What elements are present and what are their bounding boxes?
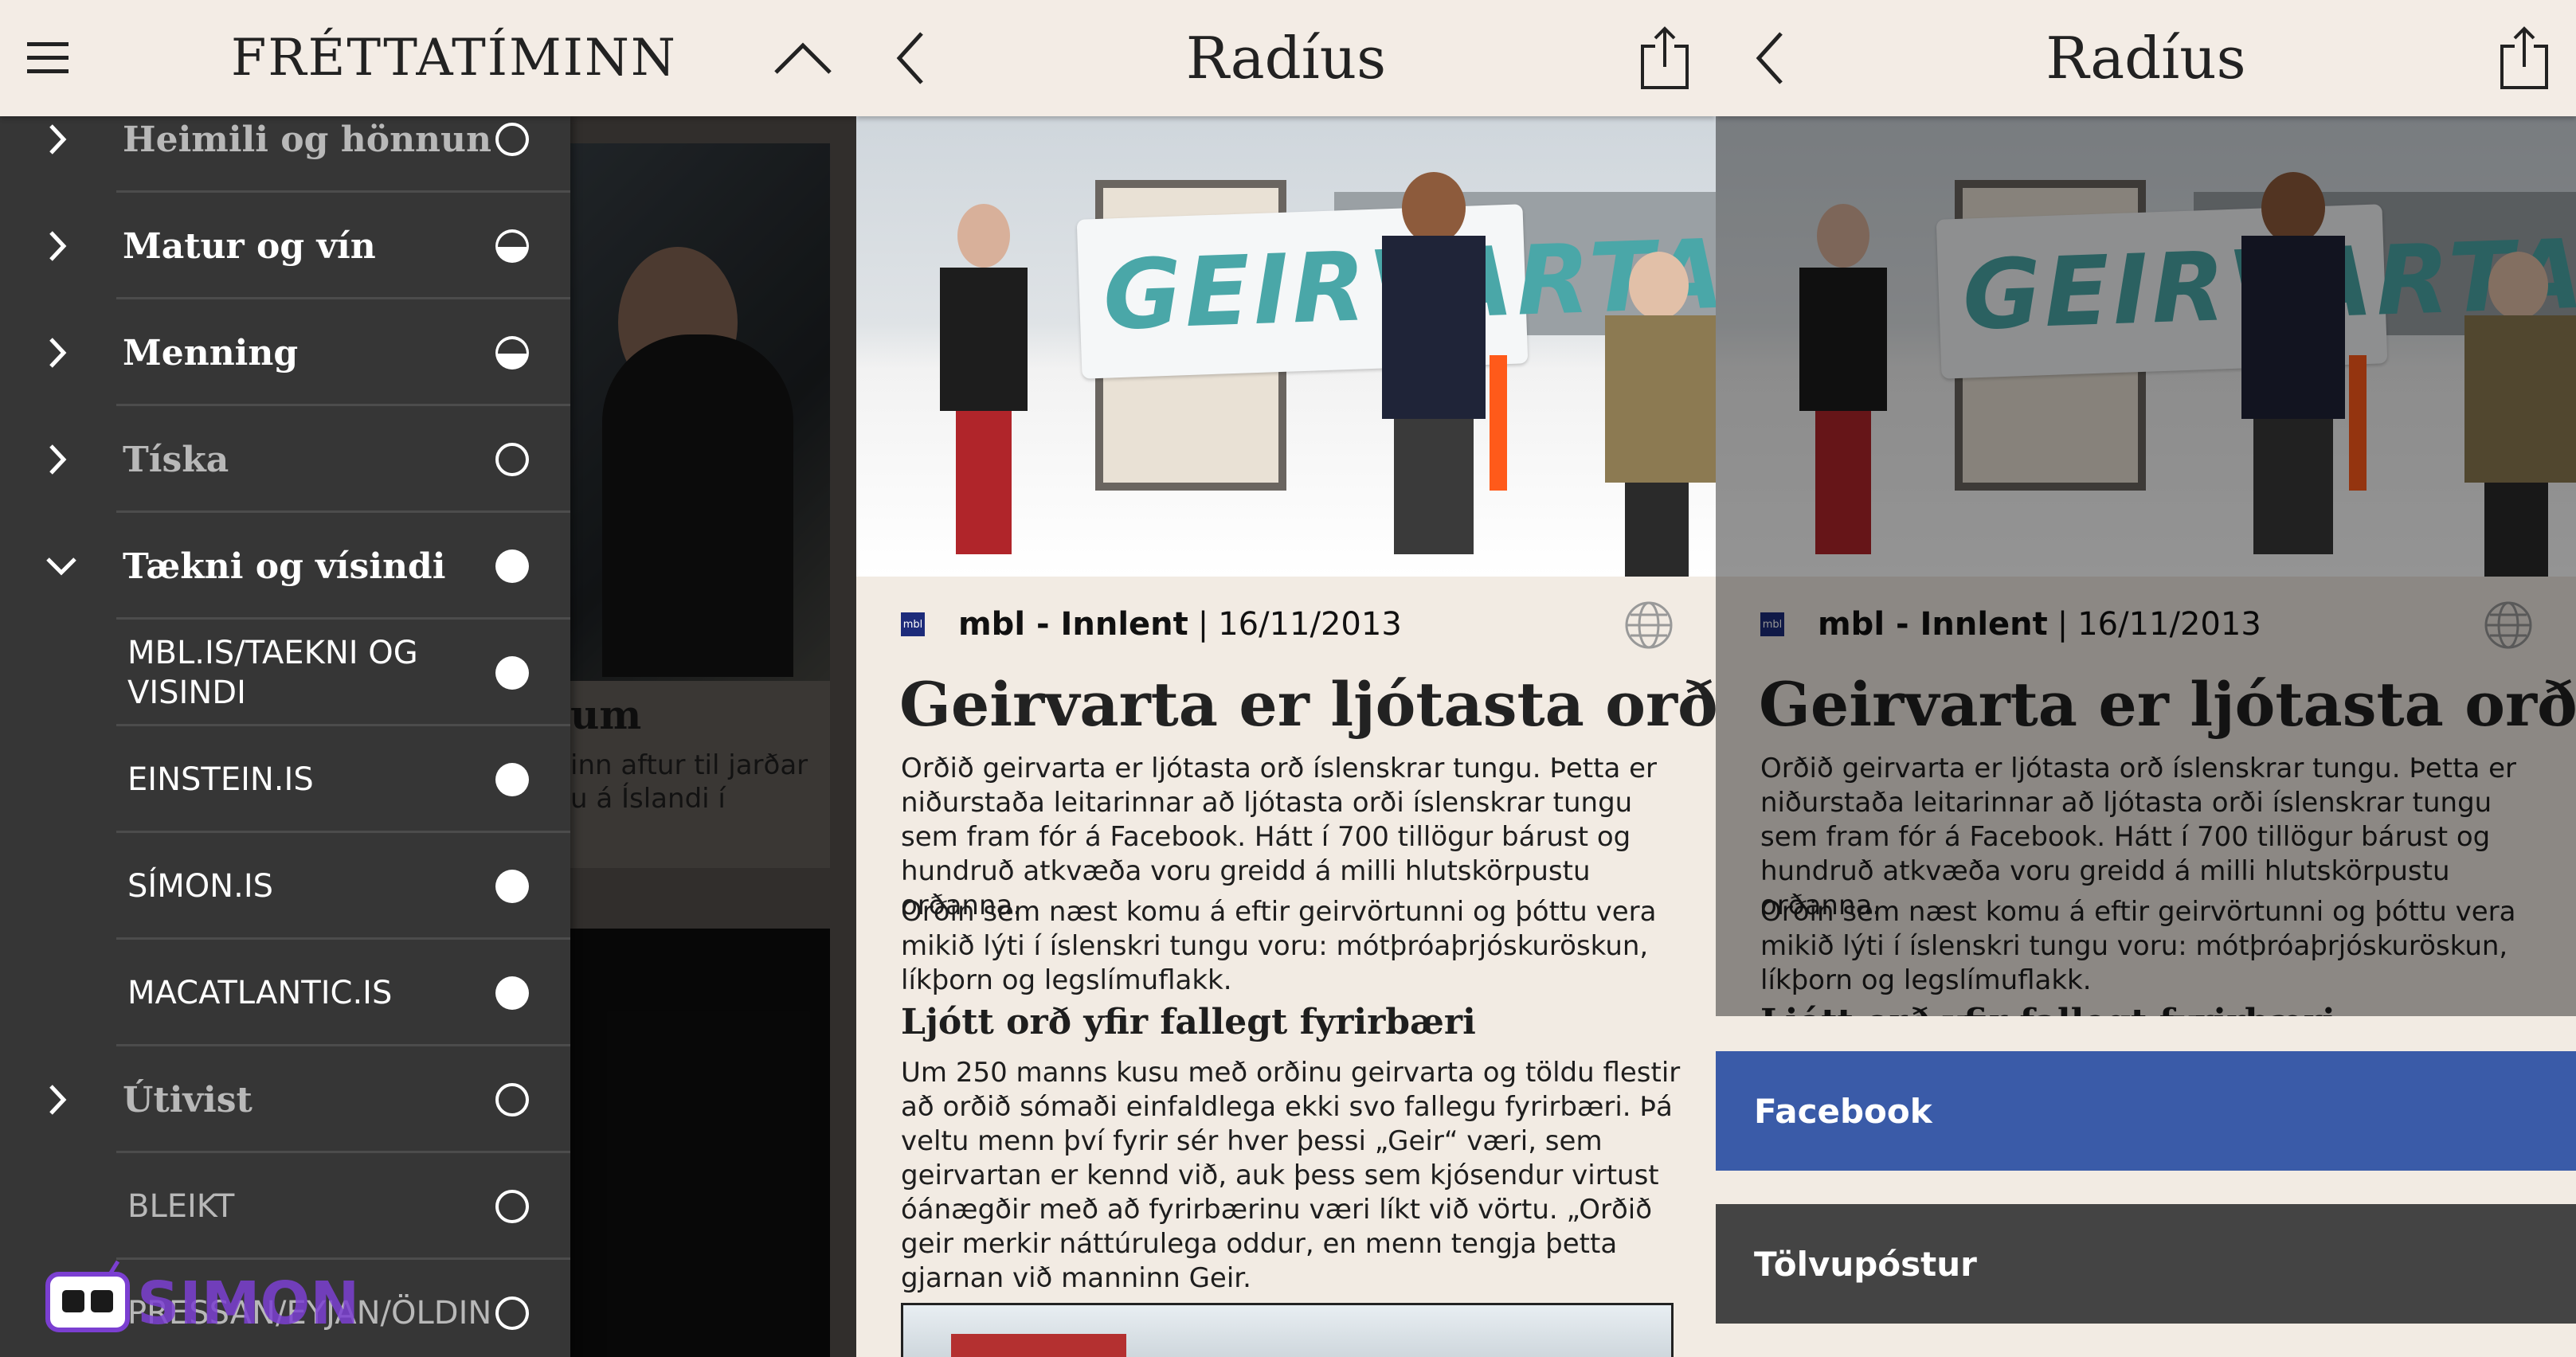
article-date: 16/11/2013 <box>1218 606 1402 643</box>
app-title: FRÉTTATÍMINN <box>231 29 677 88</box>
logo-text: SIMON <box>137 1269 359 1338</box>
globe-icon[interactable] <box>1624 600 1674 650</box>
chevron-right-icon[interactable] <box>41 1080 81 1120</box>
category-label: Tíska <box>123 439 229 480</box>
share-icon[interactable] <box>1637 24 1693 92</box>
hamburger-icon[interactable] <box>24 34 72 82</box>
selection-empty-icon[interactable] <box>494 121 530 158</box>
category-label: Matur og vín <box>123 225 376 267</box>
selection-empty-icon[interactable] <box>494 1081 530 1118</box>
category-row-utivist[interactable]: Útivist <box>0 1046 570 1153</box>
category-drawer-screen: FRÉTTATÍMINN um inn aftur til jarðar u á… <box>0 0 856 1357</box>
article-paragraph-2: Orðin sem næst komu á eftir geirvörtunni… <box>901 896 1657 996</box>
category-list: Heimili og hönnun Matur og vín Menning T… <box>0 116 570 1357</box>
article-meta: mbl mbl - Innlent | 16/11/2013 <box>901 599 1402 650</box>
source-label: MBL.IS/TAEKNI OG VISINDI <box>127 635 418 711</box>
selection-empty-icon[interactable] <box>494 1295 530 1332</box>
chevron-down-icon[interactable] <box>41 546 81 586</box>
share-scrim[interactable] <box>1716 116 2576 1016</box>
article-subheading: Ljótt orð yfir fallegt fyrirbæri <box>901 1002 1476 1042</box>
category-label: Menning <box>123 332 299 373</box>
chevron-right-icon[interactable] <box>41 440 81 479</box>
category-label: Tækni og vísindi <box>123 546 446 587</box>
inline-image[interactable] <box>901 1303 1674 1357</box>
selection-full-icon[interactable] <box>494 761 530 798</box>
article-paragraph-3: Um 250 manns kusu með orðinu geirvarta o… <box>901 1057 1681 1294</box>
article-photo[interactable]: GEIRVARTA <box>856 116 1716 577</box>
source-label: BLEIKT <box>127 1188 235 1225</box>
selection-half-icon[interactable] <box>494 228 530 264</box>
meta-separator: | <box>1197 606 1209 643</box>
chevron-up-icon[interactable] <box>771 32 835 84</box>
chevron-right-icon[interactable] <box>41 226 81 266</box>
source-name: mbl - Innlent <box>958 606 1188 643</box>
source-label: SÍMON.IS <box>127 868 274 905</box>
category-label: Útivist <box>123 1079 253 1120</box>
share-sheet: Facebook Tölvupóstur <box>1716 1016 2576 1357</box>
category-row-taekni[interactable]: Tækni og vísindi <box>0 513 570 620</box>
article-headline: Geirvarta er ljótasta orðið <box>899 669 1716 740</box>
source-label: EINSTEIN.IS <box>127 761 314 798</box>
category-row-menning[interactable]: Menning <box>0 299 570 406</box>
article-screen: Radíus GEIRVARTA mbl mbl - Innlent | 16/… <box>856 0 1716 1357</box>
share-email-button[interactable]: Tölvupóstur <box>1716 1204 2576 1324</box>
top-bar: Radíus <box>856 0 1716 116</box>
top-bar: Radíus <box>1716 0 2576 116</box>
selection-half-icon[interactable] <box>494 334 530 371</box>
selection-full-icon[interactable] <box>494 655 530 691</box>
article-share-screen: Radíus GEIRVARTA mbl mbl - Innlent | 16/… <box>1716 0 2576 1357</box>
app-title: Radíus <box>1185 25 1387 92</box>
source-row-macatlantic[interactable]: MACATLANTIC.IS <box>0 940 570 1046</box>
selection-empty-icon[interactable] <box>494 1188 530 1225</box>
source-row-mbl[interactable]: MBL.IS/TAEKNI OG VISINDI <box>0 620 570 726</box>
source-row-simon[interactable]: SÍMON.IS <box>0 833 570 940</box>
source-row-einstein[interactable]: EINSTEIN.IS <box>0 726 570 833</box>
mbl-badge: mbl <box>901 612 925 636</box>
chevron-right-icon[interactable] <box>41 333 81 373</box>
share-icon[interactable] <box>2496 24 2552 92</box>
source-label: MACATLANTIC.IS <box>127 975 393 1011</box>
simon-logo: SIMON <box>45 1260 359 1338</box>
selection-full-icon[interactable] <box>494 868 530 905</box>
selection-full-icon[interactable] <box>494 548 530 585</box>
selection-empty-icon[interactable] <box>494 441 530 478</box>
source-row-bleikt[interactable]: BLEIKT <box>0 1153 570 1260</box>
selection-full-icon[interactable] <box>494 975 530 1011</box>
chevron-right-icon[interactable] <box>41 119 81 159</box>
app-title: Radíus <box>2046 25 2246 92</box>
category-row-tiska[interactable]: Tíska <box>0 406 570 513</box>
top-bar: FRÉTTATÍMINN <box>0 0 856 116</box>
share-facebook-button[interactable]: Facebook <box>1716 1051 2576 1171</box>
category-row-matur[interactable]: Matur og vín <box>0 193 570 299</box>
drawer-scrim[interactable] <box>570 116 856 1357</box>
